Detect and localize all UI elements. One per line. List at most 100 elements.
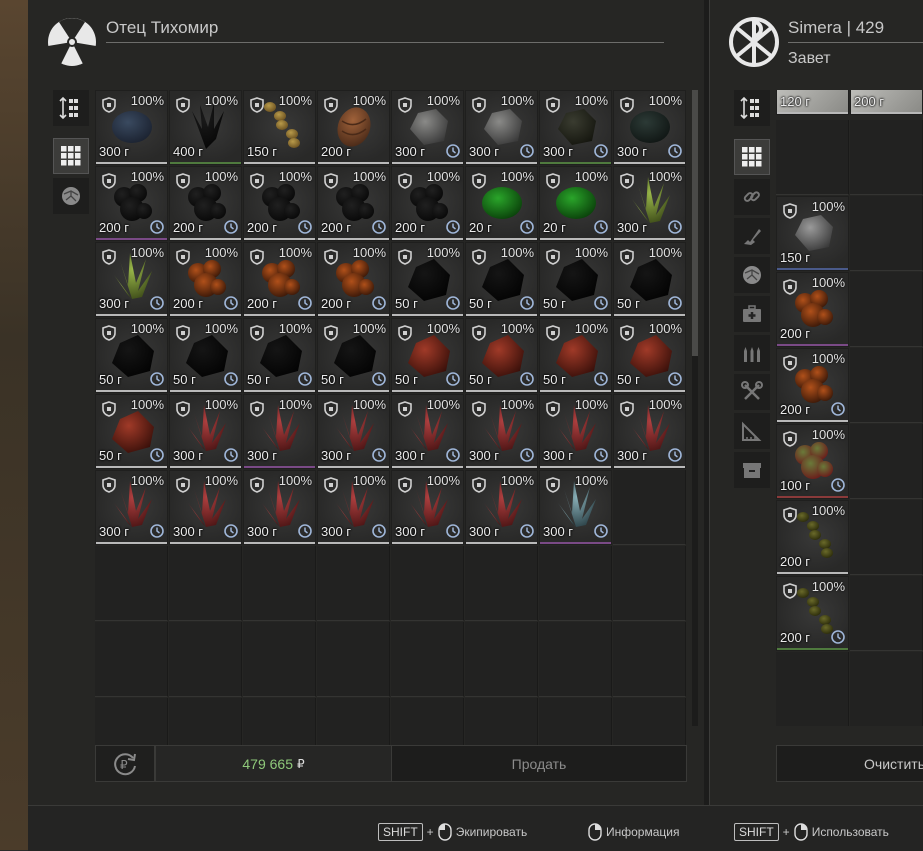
inventory-item[interactable]: 100% 200 г <box>776 576 849 651</box>
inventory-item[interactable]: 100% 300 г <box>465 470 538 545</box>
inventory-item[interactable]: 100% 300 г <box>317 470 390 545</box>
inventory-item[interactable]: 100% 200 г <box>95 166 168 241</box>
inventory-item[interactable]: 100% 20 г <box>465 166 538 241</box>
inventory-item[interactable]: 100% 300 г <box>391 90 464 165</box>
inventory-item[interactable]: 100% 150 г <box>776 196 849 271</box>
inventory-item[interactable]: 100% 50 г <box>465 318 538 393</box>
tab-artifact[interactable] <box>734 257 770 293</box>
trader-scroll-thumb[interactable] <box>692 90 698 356</box>
inventory-item[interactable]: 100% 300 г <box>465 394 538 469</box>
inventory-item[interactable]: 100% 50 г <box>243 318 316 393</box>
inventory-item[interactable]: 100% 300 г <box>613 90 686 165</box>
item-price: 300 г <box>99 524 130 539</box>
trade-total-value: 479 665 <box>242 755 293 772</box>
ruler-icon <box>741 420 763 442</box>
inventory-item[interactable]: 100% 300 г <box>95 242 168 317</box>
inventory-item[interactable]: 100% 50 г <box>95 318 168 393</box>
item-condition-bar <box>244 466 315 468</box>
item-durability: 100% <box>811 427 845 442</box>
inventory-item[interactable]: 100% 200 г <box>169 166 242 241</box>
inventory-item[interactable]: 100% 50 г <box>539 318 612 393</box>
item-durability: 100% <box>352 169 386 184</box>
tab-link[interactable] <box>734 179 770 215</box>
inventory-item[interactable]: 100% 200 г <box>317 90 390 165</box>
inventory-item[interactable]: 100% 50 г <box>95 394 168 469</box>
inventory-item[interactable]: 100% 50 г <box>465 242 538 317</box>
inventory-item[interactable]: 100% 300 г <box>169 394 242 469</box>
tab-grid[interactable] <box>53 138 89 174</box>
inventory-item[interactable]: 100% 300 г <box>243 394 316 469</box>
clear-button[interactable]: Очистить <box>776 745 923 782</box>
inventory-item[interactable]: 100% 300 г <box>95 90 168 165</box>
item-price: 200 г <box>780 554 811 569</box>
inventory-item[interactable]: 100% 300 г <box>613 394 686 469</box>
tab-sort[interactable] <box>53 90 89 126</box>
clock-icon <box>520 296 534 310</box>
inventory-item[interactable]: 100% 300 г <box>317 394 390 469</box>
inventory-item[interactable]: 100% 50 г <box>539 242 612 317</box>
item-price: 150 г <box>247 144 278 159</box>
inventory-item[interactable]: 100% 200 г <box>169 242 242 317</box>
inventory-item[interactable]: 100% 50 г <box>391 318 464 393</box>
item-condition-bar <box>614 466 685 468</box>
inventory-item[interactable]: 100% 300 г <box>613 166 686 241</box>
inventory-item[interactable]: 100% 200 г <box>776 348 849 423</box>
tab-artifact[interactable] <box>53 178 89 214</box>
trade-reset-button[interactable]: ₽ <box>95 745 155 782</box>
inventory-item[interactable]: 100% 50 г <box>613 242 686 317</box>
inventory-item[interactable]: 100% 300 г <box>391 470 464 545</box>
clock-icon <box>446 448 460 462</box>
shield-icon <box>250 249 264 265</box>
item-condition-bar <box>244 162 315 164</box>
inventory-item[interactable]: 100% 50 г <box>169 318 242 393</box>
tab-ruler[interactable] <box>734 413 770 449</box>
inventory-item[interactable]: 100% 200 г <box>243 242 316 317</box>
inventory-item[interactable]: 100% 200 г <box>317 242 390 317</box>
clock-icon <box>668 448 682 462</box>
inventory-item[interactable]: 100% 50 г <box>613 318 686 393</box>
inventory-item[interactable]: 200 г <box>850 90 923 115</box>
inventory-item[interactable]: 100% 50 г <box>391 242 464 317</box>
inventory-item[interactable]: 100% 20 г <box>539 166 612 241</box>
inventory-item[interactable]: 100% 200 г <box>391 166 464 241</box>
inventory-item[interactable]: 100% 200 г <box>776 500 849 575</box>
inventory-item[interactable]: 100% 300 г <box>539 394 612 469</box>
item-condition-bar <box>851 112 922 114</box>
tab-box[interactable] <box>734 452 770 488</box>
shield-icon <box>176 97 190 113</box>
inventory-item[interactable]: 100% 100 г <box>776 424 849 499</box>
tab-tools[interactable] <box>734 374 770 410</box>
inventory-item[interactable]: 100% 300 г <box>95 470 168 545</box>
inventory-item[interactable]: 100% 300 г <box>539 90 612 165</box>
clock-icon <box>668 220 682 234</box>
inventory-item[interactable]: 100% 300 г <box>243 470 316 545</box>
item-condition-bar <box>466 314 537 316</box>
item-condition-bar <box>777 648 848 650</box>
tab-ammo[interactable] <box>734 335 770 371</box>
tab-weapon[interactable] <box>734 218 770 254</box>
sell-button[interactable]: Продать <box>391 745 687 782</box>
tab-medkit[interactable] <box>734 296 770 332</box>
item-price: 200 г <box>854 94 885 109</box>
inventory-item[interactable]: 100% 300 г <box>391 394 464 469</box>
empty-slot <box>465 622 538 697</box>
item-durability: 100% <box>204 321 238 336</box>
inventory-item[interactable]: 100% 300 г <box>539 470 612 545</box>
inventory-item[interactable]: 100% 200 г <box>243 166 316 241</box>
item-condition-bar <box>96 314 167 316</box>
tab-sort[interactable] <box>734 90 770 126</box>
player-header-line <box>788 42 923 43</box>
inventory-item[interactable]: 100% 200 г <box>317 166 390 241</box>
inventory-item[interactable]: 100% 300 г <box>169 470 242 545</box>
shield-icon <box>324 477 338 493</box>
inventory-item[interactable]: 100% 150 г <box>243 90 316 165</box>
inventory-item[interactable]: 100% 300 г <box>465 90 538 165</box>
item-price: 50 г <box>99 372 122 387</box>
inventory-item[interactable]: 100% 200 г <box>776 272 849 347</box>
tab-grid[interactable] <box>734 139 770 175</box>
trader-scrollbar[interactable] <box>692 90 698 726</box>
clock-icon <box>372 448 386 462</box>
inventory-item[interactable]: 120 г <box>776 90 849 115</box>
inventory-item[interactable]: 100% 400 г <box>169 90 242 165</box>
inventory-item[interactable]: 100% 50 г <box>317 318 390 393</box>
